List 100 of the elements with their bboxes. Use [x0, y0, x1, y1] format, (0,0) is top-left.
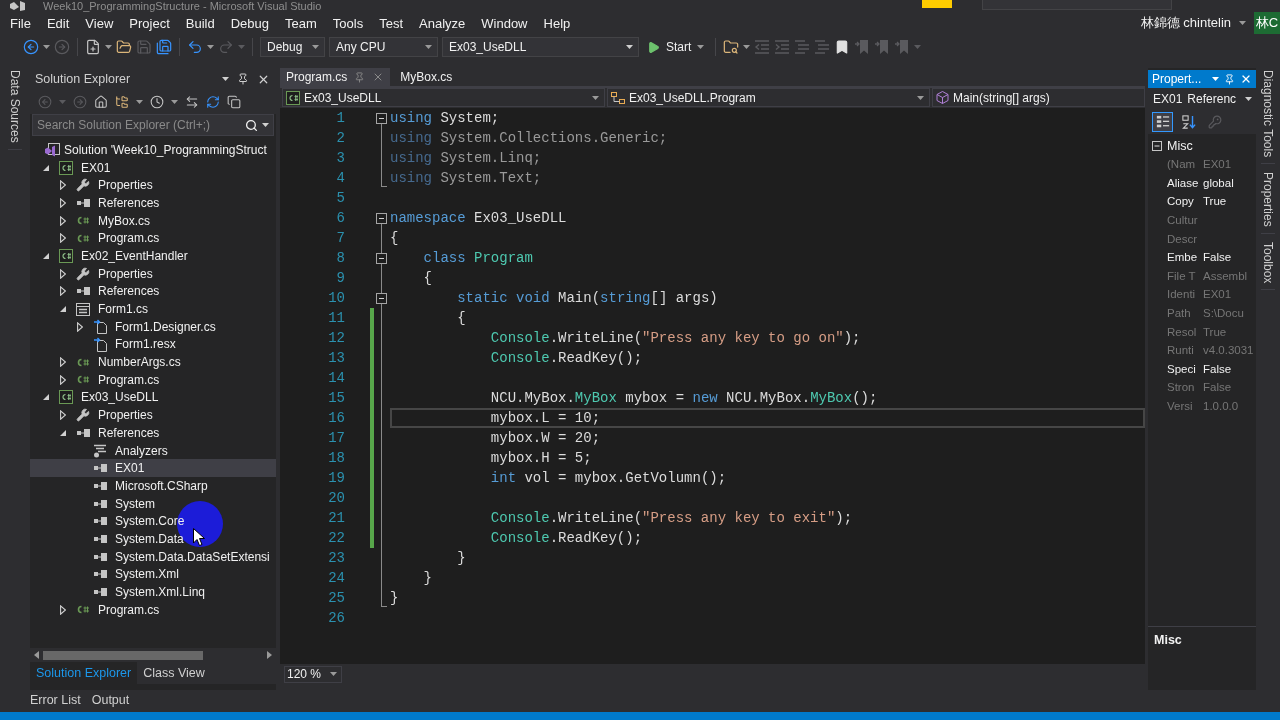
- tool-window-tab[interactable]: Toolbox: [1261, 239, 1275, 291]
- menu-item[interactable]: View: [77, 15, 122, 31]
- caret-icon[interactable]: [330, 672, 337, 676]
- triangle-icon[interactable]: [60, 410, 66, 421]
- triangle-icon[interactable]: [60, 233, 66, 244]
- tree-item[interactable]: Program.cs: [30, 370, 276, 389]
- triangle-icon[interactable]: [60, 429, 66, 436]
- tree-item[interactable]: Solution 'Week10_ProgrammingStruct: [30, 141, 276, 159]
- tool-window-tab[interactable]: Diagnostic Tools: [1261, 68, 1275, 165]
- save-all-icon[interactable]: [156, 39, 172, 55]
- triangle-icon[interactable]: [43, 164, 49, 171]
- caret-icon[interactable]: [262, 123, 269, 127]
- menu-item[interactable]: Test: [371, 15, 411, 31]
- menu-item[interactable]: Team: [277, 15, 325, 31]
- tree-item[interactable]: References: [30, 282, 276, 301]
- caret-icon[interactable]: [136, 100, 143, 104]
- document-tab[interactable]: MyBox.cs: [394, 68, 459, 86]
- menu-item[interactable]: Window: [473, 15, 536, 31]
- tree-item[interactable]: Ex03_UseDLL: [30, 388, 276, 407]
- caret-icon[interactable]: [917, 95, 924, 100]
- caret-icon[interactable]: [222, 77, 229, 81]
- tool-window-tab[interactable]: Properties: [1261, 170, 1275, 234]
- triangle-icon[interactable]: [60, 180, 66, 191]
- tree-item[interactable]: MyBox.cs: [30, 211, 276, 230]
- platform-dropdown[interactable]: Any CPU: [329, 37, 438, 57]
- tool-window-tab[interactable]: Error List: [30, 693, 81, 707]
- triangle-icon[interactable]: [77, 321, 83, 332]
- search-icon[interactable]: [245, 118, 258, 132]
- caret-icon[interactable]: [1245, 97, 1252, 101]
- home-icon[interactable]: [94, 95, 108, 109]
- tree-item[interactable]: Program.cs: [30, 600, 276, 619]
- tree-item[interactable]: Properties: [30, 406, 276, 424]
- caret-icon[interactable]: [1239, 21, 1246, 25]
- tree-item[interactable]: Form1.Designer.cs: [30, 317, 276, 336]
- collapse-icon[interactable]: [376, 213, 387, 224]
- triangle-icon[interactable]: [60, 286, 66, 297]
- tree-item[interactable]: Properties: [30, 176, 276, 195]
- tree-item[interactable]: NumberArgs.cs: [30, 353, 276, 371]
- menu-item[interactable]: Build: [177, 15, 223, 31]
- caret-icon[interactable]: [1212, 77, 1219, 81]
- clock-icon[interactable]: [150, 95, 164, 109]
- caret-icon[interactable]: [105, 45, 112, 49]
- tree-item[interactable]: Form1.cs: [30, 300, 276, 318]
- type-dropdown[interactable]: Ex03_UseDLL.Program: [607, 88, 930, 107]
- refresh-icon[interactable]: [206, 95, 220, 109]
- caret-icon[interactable]: [207, 45, 214, 49]
- triangle-icon[interactable]: [60, 268, 66, 279]
- tool-window-tab[interactable]: Output: [91, 693, 130, 707]
- triangle-icon[interactable]: [60, 374, 66, 385]
- stacked-squares-icon[interactable]: [227, 95, 241, 109]
- tree-item[interactable]: Ex02_EventHandler: [30, 247, 276, 265]
- collapse-icon[interactable]: [1152, 140, 1162, 151]
- arrows-icon[interactable]: [185, 95, 199, 109]
- zoom-dropdown[interactable]: 120 %: [284, 665, 342, 683]
- triangle-icon[interactable]: [60, 306, 66, 313]
- caret-icon[interactable]: [312, 45, 319, 49]
- property-value[interactable]: False: [1203, 362, 1232, 375]
- tree-item[interactable]: Program.cs: [30, 229, 276, 248]
- collapse-icon[interactable]: [376, 293, 387, 304]
- caret-icon[interactable]: [43, 45, 50, 49]
- collapse-icon[interactable]: [376, 113, 387, 124]
- new-file-icon[interactable]: [85, 39, 101, 55]
- folder-search-icon[interactable]: [723, 39, 740, 55]
- triangle-icon[interactable]: [60, 215, 66, 226]
- tree-item[interactable]: System: [30, 494, 276, 513]
- toolbar-button[interactable]: [1152, 112, 1173, 132]
- search-field[interactable]: Search Solution Explorer (Ctrl+;): [32, 114, 274, 136]
- account-name[interactable]: 林錦德 chintelin: [1140, 14, 1231, 32]
- caret-icon[interactable]: [697, 45, 705, 49]
- tree-item[interactable]: References: [30, 424, 276, 442]
- menu-item[interactable]: Debug: [222, 15, 277, 31]
- tool-window-tab[interactable]: Data Sources: [8, 68, 22, 150]
- triangle-icon[interactable]: [60, 604, 66, 615]
- caret-icon[interactable]: [592, 95, 599, 100]
- triangle-icon[interactable]: [43, 252, 49, 259]
- startup-project-dropdown[interactable]: Ex03_UseDLL: [442, 37, 639, 57]
- menu-item[interactable]: Analyze: [411, 15, 474, 31]
- tree-item[interactable]: System.Xml: [30, 565, 276, 584]
- start-button[interactable]: Start: [643, 37, 709, 57]
- undo-icon[interactable]: [187, 39, 203, 55]
- tree-item[interactable]: EX01: [30, 158, 276, 177]
- panel-tab[interactable]: Solution Explorer: [30, 662, 138, 684]
- back-icon[interactable]: [23, 39, 39, 55]
- collapse-icon[interactable]: [376, 253, 387, 264]
- caret-icon[interactable]: [743, 45, 751, 49]
- object-dropdown[interactable]: EX01 Referenc: [1148, 88, 1256, 110]
- arrow-left-icon[interactable]: [34, 651, 39, 659]
- folder-tree-icon[interactable]: [115, 95, 129, 109]
- caret-icon[interactable]: [171, 100, 178, 104]
- project-dropdown[interactable]: Ex03_UseDLL: [282, 88, 605, 107]
- tree-item[interactable]: References: [30, 194, 276, 212]
- tree-item[interactable]: System.Data.DataSetExtensi: [30, 547, 276, 566]
- tree-item[interactable]: Microsoft.CSharp: [30, 477, 276, 495]
- open-folder-icon[interactable]: [116, 39, 132, 55]
- member-dropdown[interactable]: Main(string[] args): [932, 88, 1145, 107]
- caret-icon[interactable]: [626, 45, 633, 49]
- close-icon[interactable]: [1240, 73, 1252, 85]
- triangle-icon[interactable]: [60, 357, 66, 368]
- menu-item[interactable]: Edit: [38, 15, 78, 31]
- triangle-icon[interactable]: [43, 394, 49, 401]
